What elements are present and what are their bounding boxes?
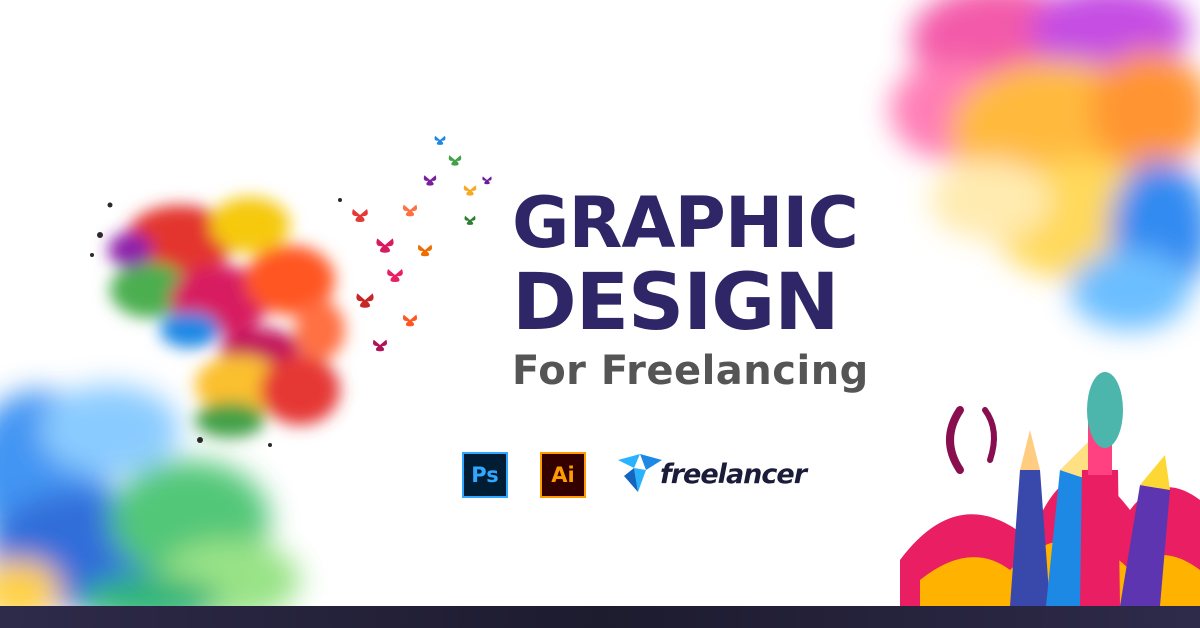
illustrator-logo: Ai — [540, 452, 586, 498]
title-line-2: DESIGN — [512, 258, 840, 348]
photoshop-logo: Ps — [462, 452, 508, 498]
title-line-1: GRAPHIC — [512, 182, 859, 264]
butterfly-flock — [352, 135, 492, 352]
subtitle: For Freelancing — [512, 348, 869, 394]
pencil-brush-icon — [900, 372, 1200, 628]
freelancer-logo: freelancer — [618, 454, 818, 498]
freelancer-bird-icon — [618, 454, 662, 492]
freelancer-wordmark: freelancer — [660, 459, 807, 490]
banner: GRAPHIC DESIGN For Freelancing Ps Ai fre… — [0, 0, 1200, 628]
bottom-bar — [0, 606, 1200, 628]
